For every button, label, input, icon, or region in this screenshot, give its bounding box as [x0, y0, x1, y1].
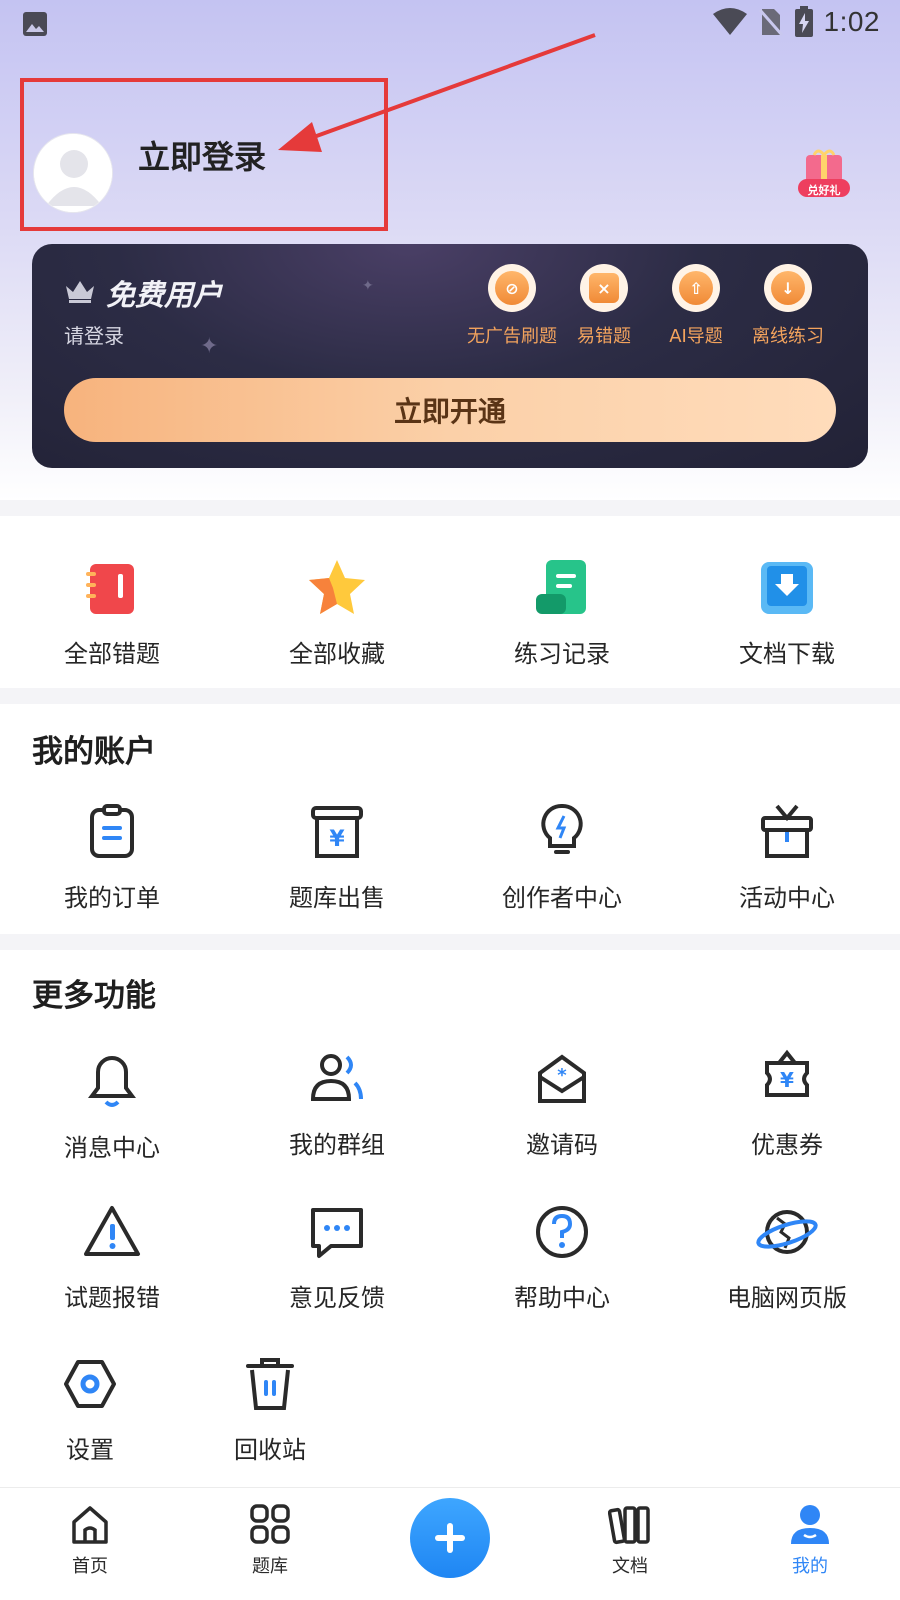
settings-icon — [64, 1360, 116, 1408]
invite-mail-icon: * — [538, 1054, 586, 1103]
sparkle-decoration: ✦ — [200, 334, 219, 359]
quick-all-favorites[interactable]: 全部收藏 — [237, 556, 437, 669]
section-divider — [0, 688, 900, 704]
more-settings[interactable]: 设置 — [0, 1352, 190, 1465]
grid-icon — [250, 1504, 290, 1544]
coupon-icon: ¥ — [765, 1049, 809, 1097]
notebook-icon — [86, 564, 134, 614]
avatar[interactable] — [33, 133, 113, 213]
account-activity-center[interactable]: 活动中心 — [687, 800, 887, 913]
vip-status-subtitle: 请登录 — [64, 324, 124, 348]
section-divider — [0, 934, 900, 950]
account-bank-sale[interactable]: ¥ 题库出售 — [237, 800, 437, 913]
svg-text:¥: ¥ — [780, 1068, 794, 1092]
plus-icon — [435, 1523, 465, 1553]
sale-icon: ¥ — [311, 806, 363, 858]
more-web-version[interactable]: 电脑网页版 — [687, 1200, 887, 1313]
more-invite-code[interactable]: * 邀请码 — [462, 1047, 662, 1160]
document-download-icon — [761, 562, 813, 614]
tab-home[interactable]: 首页 — [30, 1502, 150, 1578]
more-feedback[interactable]: 意见反馈 — [237, 1200, 437, 1313]
quick-all-errors[interactable]: 全部错题 — [12, 556, 212, 669]
quick-document-download[interactable]: 文档下载 — [687, 556, 887, 669]
more-coupons[interactable]: ¥ 优惠券 — [687, 1047, 887, 1160]
gift-box-icon — [761, 804, 813, 858]
more-help-center[interactable]: 帮助中心 — [462, 1200, 662, 1313]
perk-offline-practice[interactable]: ↓ 离线练习 — [738, 264, 838, 348]
help-icon — [536, 1206, 588, 1258]
svg-text:¥: ¥ — [329, 827, 345, 852]
home-icon — [72, 1506, 108, 1544]
gift-redeem-button[interactable]: 兑好礼 — [796, 147, 852, 203]
quick-practice-records[interactable]: 练习记录 — [462, 556, 662, 669]
star-icon — [309, 560, 365, 614]
account-section-title: 我的账户 — [32, 734, 156, 769]
lightbulb-icon — [541, 803, 583, 854]
default-avatar-icon — [34, 134, 112, 212]
sparkle-decoration: ✦ — [362, 278, 374, 294]
ai-import-icon: ⇧ — [679, 271, 713, 305]
perk-no-ads[interactable]: ⊘ 无广告刷题 — [462, 264, 562, 348]
more-my-groups[interactable]: 我的群组 — [237, 1047, 437, 1160]
crown-icon — [66, 281, 94, 303]
no-sim-icon — [758, 9, 783, 36]
user-icon — [791, 1505, 829, 1544]
record-icon — [536, 560, 586, 614]
gallery-icon — [23, 12, 47, 36]
more-message-center[interactable]: 消息中心 — [12, 1050, 212, 1163]
account-my-orders[interactable]: 我的订单 — [12, 800, 212, 913]
planet-icon — [756, 1210, 818, 1254]
open-membership-button[interactable]: 立即开通 — [64, 378, 836, 442]
vip-status-title: 免费用户 — [106, 280, 223, 312]
warning-icon — [84, 1206, 140, 1256]
status-time: 1:02 — [823, 6, 880, 37]
add-button[interactable] — [410, 1498, 490, 1578]
more-section-title: 更多功能 — [32, 978, 156, 1013]
wifi-icon — [712, 8, 747, 35]
vip-card: ✦ ✦ 免费用户 请登录 ⊘ 无广告刷题 × 易错题 ⇧ AI导题 ↓ 离线练习… — [32, 244, 868, 468]
gift-badge-text: 兑好礼 — [807, 184, 841, 197]
tab-mine[interactable]: 我的 — [750, 1502, 870, 1578]
more-report-error[interactable]: 试题报错 — [12, 1200, 212, 1313]
svg-text:*: * — [557, 1065, 567, 1086]
trash-icon — [246, 1358, 294, 1410]
bottom-tab-bar: 首页 题库 文档 我的 — [0, 1487, 900, 1600]
login-button[interactable]: 立即登录 — [138, 132, 266, 178]
battery-charging-icon — [794, 6, 813, 37]
perk-error-questions[interactable]: × 易错题 — [554, 264, 654, 348]
perk-ai-import[interactable]: ⇧ AI导题 — [646, 264, 746, 348]
no-ads-icon: ⊘ — [495, 271, 529, 305]
tab-question-bank[interactable]: 题库 — [210, 1502, 330, 1578]
more-recycle-bin[interactable]: 回收站 — [170, 1352, 370, 1465]
offline-download-icon: ↓ — [771, 271, 805, 305]
section-divider — [0, 500, 900, 516]
tab-documents[interactable]: 文档 — [570, 1502, 690, 1578]
order-icon — [90, 804, 134, 858]
books-icon — [607, 1506, 650, 1545]
error-question-icon: × — [589, 273, 619, 303]
group-icon — [310, 1054, 363, 1101]
feedback-icon — [311, 1208, 363, 1258]
bell-icon — [88, 1055, 136, 1107]
account-creator-center[interactable]: 创作者中心 — [462, 800, 662, 913]
